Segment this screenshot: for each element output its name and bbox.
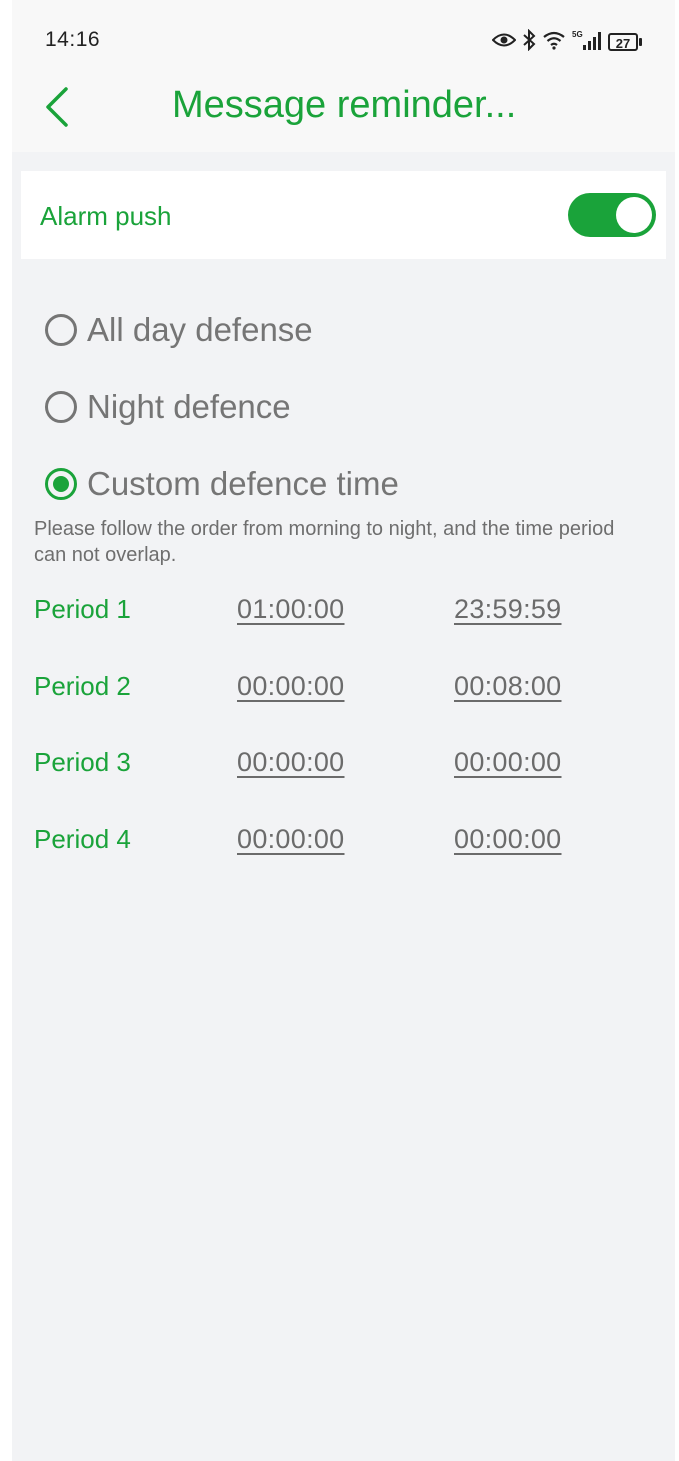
status-icons: 5G 27 bbox=[491, 28, 642, 56]
eye-icon bbox=[491, 32, 517, 53]
alarm-push-label: Alarm push bbox=[40, 201, 172, 231]
radio-custom-defence-time[interactable]: Custom defence time bbox=[45, 459, 399, 509]
screen: 14:16 5G 27 Message reminder... Alarm pu… bbox=[12, 0, 675, 1461]
status-time: 14:16 bbox=[45, 28, 101, 51]
radio-button[interactable] bbox=[45, 314, 77, 346]
period-start-time[interactable]: 01:00:00 bbox=[237, 594, 345, 625]
top-bar: 14:16 5G 27 Message reminder... bbox=[12, 0, 675, 152]
radio-button[interactable] bbox=[45, 391, 77, 423]
period-row-4: Period 4 00:00:00 00:00:00 bbox=[34, 818, 654, 858]
period-label: Period 3 bbox=[34, 747, 131, 777]
period-label: Period 2 bbox=[34, 671, 131, 701]
signal-icon: 5G bbox=[572, 29, 602, 56]
alarm-push-toggle[interactable] bbox=[568, 193, 656, 237]
bluetooth-icon bbox=[522, 28, 536, 56]
period-end-time[interactable]: 23:59:59 bbox=[454, 594, 562, 625]
chevron-left-icon bbox=[46, 87, 68, 127]
period-row-1: Period 1 01:00:00 23:59:59 bbox=[34, 588, 654, 628]
period-end-time[interactable]: 00:08:00 bbox=[454, 671, 562, 702]
period-hint: Please follow the order from morning to … bbox=[34, 518, 615, 566]
battery-icon: 27 bbox=[608, 33, 642, 51]
svg-text:5G: 5G bbox=[572, 30, 583, 39]
radio-label: Custom defence time bbox=[87, 465, 399, 502]
wifi-icon bbox=[542, 30, 566, 55]
alarm-push-row: Alarm push bbox=[21, 171, 666, 259]
period-label: Period 1 bbox=[34, 594, 131, 624]
radio-button-selected[interactable] bbox=[45, 468, 77, 500]
period-start-time[interactable]: 00:00:00 bbox=[237, 747, 345, 778]
period-end-time[interactable]: 00:00:00 bbox=[454, 824, 562, 855]
toggle-knob bbox=[616, 197, 652, 233]
radio-label: Night defence bbox=[87, 388, 291, 425]
period-start-time[interactable]: 00:00:00 bbox=[237, 824, 345, 855]
period-start-time[interactable]: 00:00:00 bbox=[237, 671, 345, 702]
radio-all-day-defense[interactable]: All day defense bbox=[45, 305, 313, 355]
period-end-time[interactable]: 00:00:00 bbox=[454, 747, 562, 778]
page-title: Message reminder... bbox=[172, 84, 517, 126]
radio-night-defence[interactable]: Night defence bbox=[45, 382, 291, 432]
battery-level: 27 bbox=[608, 33, 638, 51]
period-label: Period 4 bbox=[34, 824, 131, 854]
period-row-3: Period 3 00:00:00 00:00:00 bbox=[34, 741, 654, 781]
radio-label: All day defense bbox=[87, 311, 313, 348]
period-row-2: Period 2 00:00:00 00:08:00 bbox=[34, 665, 654, 705]
back-button[interactable] bbox=[42, 86, 74, 128]
